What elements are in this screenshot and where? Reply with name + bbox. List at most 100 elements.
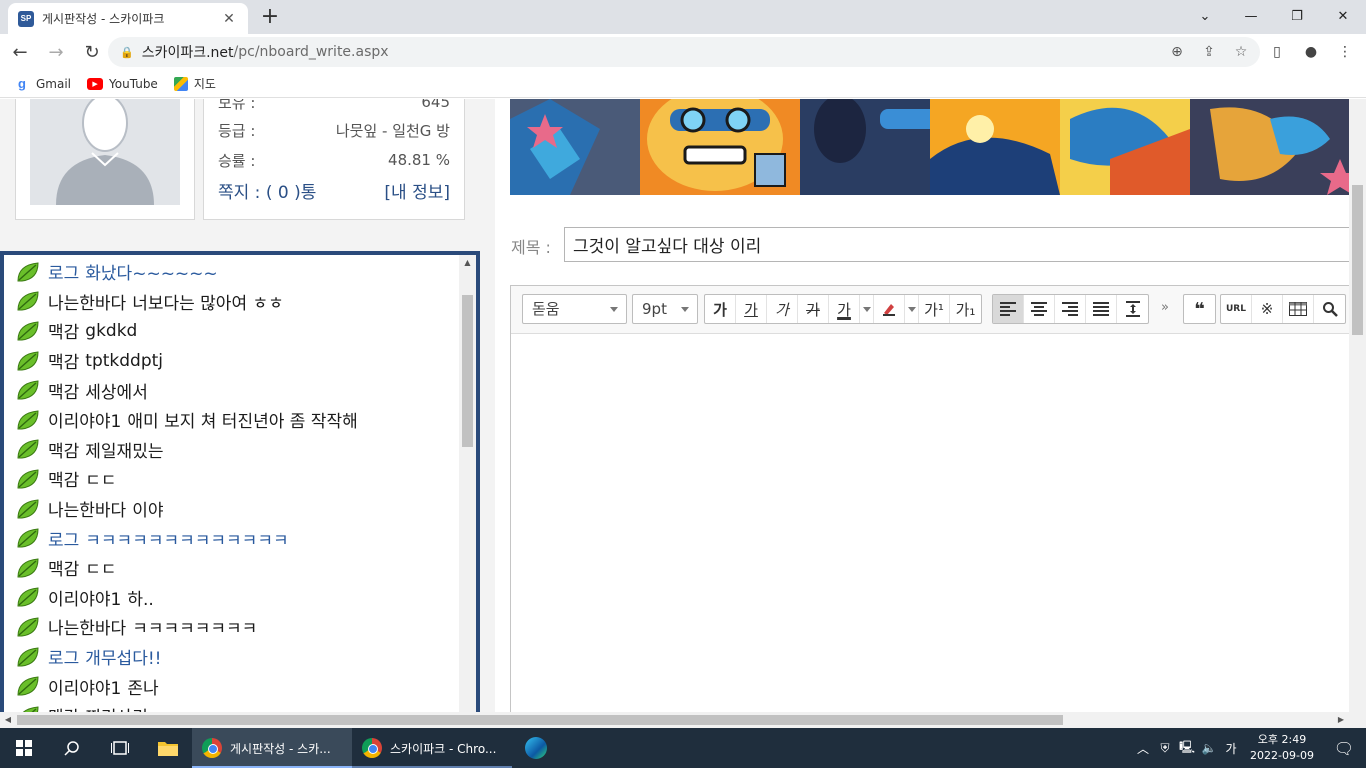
task-view-button[interactable] — [96, 728, 144, 768]
align-left-button[interactable] — [993, 295, 1024, 323]
chat-item: 로그 화났다~~~~~~ — [16, 257, 456, 287]
page-horizontal-scrollbar[interactable]: ◀ ▶ — [0, 712, 1349, 728]
browser-tab-active[interactable]: SP 게시판작성 - 스카이파크 ✕ — [8, 3, 248, 34]
align-left-icon — [1000, 302, 1016, 316]
my-info-link[interactable]: [내 정보] — [384, 178, 450, 203]
messages-link[interactable]: 쪽지 : ( 0 )통 — [218, 178, 316, 203]
taskbar-app-chrome-2[interactable]: 스카이파크 - Chro... — [352, 728, 512, 768]
align-justify-button[interactable] — [1086, 295, 1117, 323]
chat-message-text: 제일재밌는 — [85, 441, 164, 462]
tab-search-icon[interactable]: ⌄ — [1182, 0, 1228, 32]
editor-content-area[interactable] — [511, 335, 1354, 712]
volume-icon[interactable]: 🔈 — [1198, 728, 1220, 768]
chat-user-name[interactable]: 로그 — [48, 259, 79, 284]
scroll-left-icon[interactable]: ◀ — [0, 712, 16, 728]
menu-kebab-icon[interactable]: ⋮ — [1332, 39, 1358, 65]
chat-user-name[interactable]: 나는한바다 — [48, 496, 126, 521]
font-family-select[interactable]: 돋움 — [522, 294, 627, 324]
avatar — [30, 99, 180, 205]
profile-icon[interactable]: ● — [1298, 39, 1324, 65]
chat-user-name[interactable]: 맥감 — [48, 555, 79, 580]
line-height-button[interactable] — [1117, 295, 1148, 323]
bookmark-star-icon[interactable]: ☆ — [1230, 41, 1252, 63]
underline-button[interactable]: 가 — [736, 295, 767, 323]
chat-user-name[interactable]: 이리야야1 — [48, 585, 121, 610]
bookmark-maps[interactable]: 지도 — [173, 75, 216, 92]
highlight-color-dropdown[interactable] — [905, 295, 919, 323]
page-vertical-scrollbar[interactable] — [1349, 99, 1366, 712]
more-tools-chevron-icon[interactable]: » — [1161, 300, 1169, 315]
share-icon[interactable]: ⇪ — [1198, 41, 1220, 63]
subject-input[interactable] — [564, 227, 1364, 262]
side-panel-icon[interactable]: ▯ — [1264, 39, 1290, 65]
chat-scrollbar[interactable]: ▲ — [459, 255, 476, 712]
italic-button[interactable]: 가 — [767, 295, 798, 323]
close-window-button[interactable]: ✕ — [1320, 0, 1366, 32]
insert-table-button[interactable] — [1283, 295, 1314, 323]
chat-user-name[interactable]: 맥감 — [48, 348, 79, 373]
scroll-right-icon[interactable]: ▶ — [1333, 712, 1349, 728]
scroll-up-icon[interactable]: ▲ — [459, 255, 476, 271]
chat-scroll-thumb[interactable] — [462, 295, 473, 447]
h-scroll-thumb[interactable] — [17, 715, 1063, 725]
start-button[interactable] — [0, 728, 48, 768]
chat-user-name[interactable]: 이리야야1 — [48, 407, 121, 432]
font-color-dropdown[interactable] — [860, 295, 874, 323]
align-center-button[interactable] — [1024, 295, 1055, 323]
zoom-icon[interactable]: ⊕ — [1166, 41, 1188, 63]
lock-icon[interactable]: 🔒 — [120, 46, 134, 59]
align-right-button[interactable] — [1055, 295, 1086, 323]
chat-user-name[interactable]: 맥감 — [48, 703, 79, 712]
minimize-button[interactable]: — — [1228, 0, 1274, 32]
bold-button[interactable]: 가 — [705, 295, 736, 323]
find-replace-button[interactable] — [1314, 295, 1345, 323]
left-sidebar: 보유 : 645 등급 : 나뭇잎 - 일천G 방 승률 : 48.81 % 쪽… — [0, 99, 480, 712]
chat-user-name[interactable]: 나는한바다 — [48, 289, 126, 314]
tray-overflow-chevron-icon[interactable]: ︿ — [1132, 728, 1154, 768]
font-color-button[interactable]: 가 — [829, 295, 860, 323]
new-tab-button[interactable]: + — [258, 5, 282, 29]
blockquote-button[interactable]: ❝ — [1184, 295, 1215, 323]
strikethrough-button[interactable]: 가 — [798, 295, 829, 323]
ime-indicator[interactable]: 가 — [1220, 728, 1242, 768]
chat-user-name[interactable]: 로그 — [48, 526, 79, 551]
bookmark-gmail[interactable]: g Gmail — [14, 76, 71, 92]
scrollbar-corner — [1349, 712, 1366, 728]
highlight-color-button[interactable] — [874, 295, 905, 323]
chat-user-name[interactable]: 맥감 — [48, 466, 79, 491]
network-icon[interactable]: 🖳 — [1176, 728, 1198, 768]
insert-link-button[interactable]: URL — [1221, 295, 1252, 323]
chat-user-name[interactable]: 나는한바다 — [48, 614, 126, 639]
alignment-group — [992, 294, 1149, 324]
subscript-button[interactable]: 가₁ — [950, 295, 981, 323]
back-button[interactable]: ← — [4, 36, 36, 68]
chat-user-name[interactable]: 맥감 — [48, 378, 79, 403]
security-shield-icon[interactable]: ⛨ — [1154, 728, 1176, 768]
reload-button[interactable]: ↻ — [76, 36, 108, 68]
search-button[interactable] — [48, 728, 96, 768]
bookmark-youtube[interactable]: ▶ YouTube — [87, 77, 158, 91]
notification-center-icon[interactable]: 🗨 — [1322, 728, 1366, 768]
special-char-button[interactable]: ※ — [1252, 295, 1283, 323]
chat-user-name[interactable]: 이리야야1 — [48, 674, 121, 699]
chat-user-name[interactable]: 맥감 — [48, 318, 79, 343]
tab-title: 게시판작성 - 스카이파크 — [42, 12, 165, 26]
close-tab-icon[interactable]: ✕ — [220, 11, 238, 27]
default-user-icon — [30, 99, 180, 205]
page-scroll-thumb[interactable] — [1352, 185, 1363, 335]
info-label: 승률 : — [218, 151, 256, 170]
address-bar[interactable]: 🔒 스카이파크.net/pc/nboard_write.aspx ⊕ ⇪ ☆ — [108, 37, 1260, 67]
chat-user-name[interactable]: 맥감 — [48, 437, 79, 462]
bookmark-label: Gmail — [36, 76, 72, 91]
file-explorer-button[interactable] — [144, 728, 192, 768]
folder-icon — [158, 742, 178, 756]
system-clock[interactable]: 오후 2:49 2022-09-09 — [1242, 732, 1322, 764]
restore-button[interactable]: ❐ — [1274, 0, 1320, 32]
font-size-select[interactable]: 9pt — [632, 294, 698, 324]
superscript-button[interactable]: 가¹ — [919, 295, 950, 323]
chat-user-name[interactable]: 로그 — [48, 644, 79, 669]
taskbar-app-chrome-1[interactable]: 게시판작성 - 스카... — [192, 728, 352, 768]
edge-button[interactable] — [512, 728, 560, 768]
rich-text-editor: 돋움 9pt 가 가 가 가 가 가¹ 가₁ » ❝ URL ※ — [510, 285, 1356, 712]
forward-button[interactable]: → — [40, 36, 72, 68]
